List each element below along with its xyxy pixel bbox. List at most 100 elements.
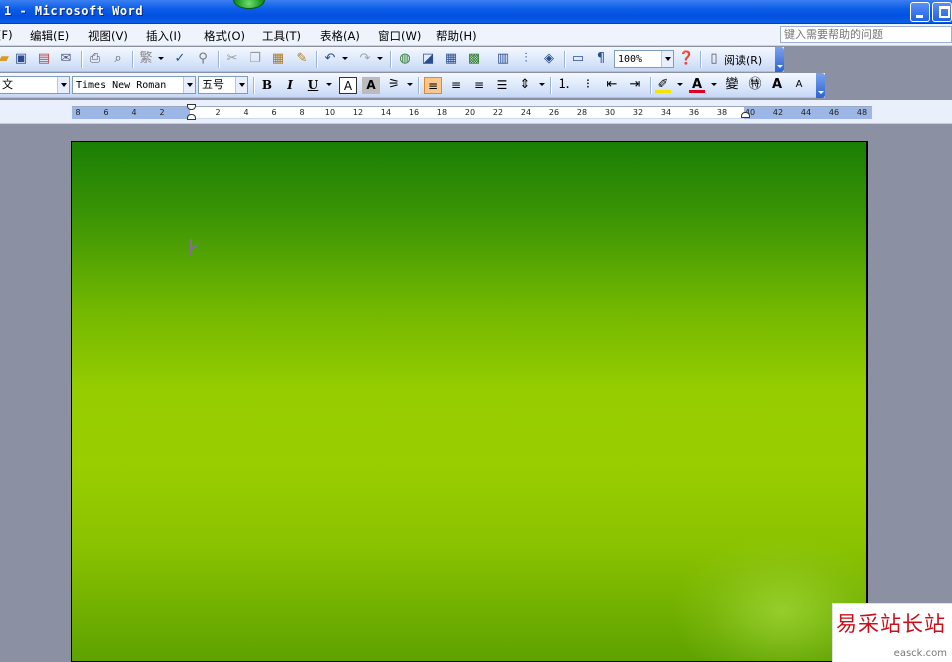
paste-icon[interactable]: ▦ xyxy=(270,51,286,67)
ruler-label: 36 xyxy=(688,108,700,117)
insert-excel-icon[interactable]: ▩ xyxy=(466,51,482,67)
convert-chinese-icon[interactable]: 繁 xyxy=(138,51,154,67)
align-center-icon[interactable]: ≡ xyxy=(447,77,465,94)
line-spacing-icon[interactable]: ⇕ xyxy=(517,77,533,93)
char-scaling-icon[interactable]: ⚞ xyxy=(386,77,402,93)
ruler-label: 8 xyxy=(75,108,81,117)
help-search-input[interactable] xyxy=(780,26,952,43)
spelling-icon[interactable]: ✓ xyxy=(172,51,188,67)
font-color-icon[interactable]: A xyxy=(689,77,705,93)
drawing-icon[interactable]: ⫶ xyxy=(518,51,534,67)
show-hide-icon[interactable]: ▭ xyxy=(570,51,586,67)
grow-font-icon[interactable]: A xyxy=(769,77,785,93)
toolbar-options-button[interactable] xyxy=(775,47,784,72)
distributed-align-icon[interactable]: ☰ xyxy=(493,77,511,94)
chevron-down-icon xyxy=(661,51,673,67)
align-right-icon[interactable]: ≡ xyxy=(470,77,488,94)
read-mode-button[interactable]: 阅读(R) xyxy=(724,52,762,68)
align-left-button[interactable]: ≡ xyxy=(424,77,442,94)
left-indent-marker[interactable] xyxy=(187,114,196,120)
ruler-label: 8 xyxy=(299,108,305,117)
title-bar: 1 - Microsoft Word xyxy=(0,0,952,24)
style-select[interactable]: 文 xyxy=(0,76,70,94)
ruler-label: 4 xyxy=(131,108,137,117)
ruler-label: 14 xyxy=(380,108,392,117)
ruler-label: 2 xyxy=(215,108,221,117)
ruler-label: 12 xyxy=(352,108,364,117)
cut-icon[interactable]: ✂ xyxy=(224,51,240,67)
help-icon[interactable]: ❓ xyxy=(678,51,694,67)
menu-help[interactable]: 帮助(H) xyxy=(436,28,477,44)
ruler-label: 16 xyxy=(408,108,420,117)
underline-button[interactable]: U xyxy=(304,77,322,94)
menu-table[interactable]: 表格(A) xyxy=(320,28,360,44)
document-page[interactable] xyxy=(71,141,868,662)
ruler-label: 24 xyxy=(520,108,532,117)
increase-indent-icon[interactable]: ⇥ xyxy=(627,77,643,93)
ruler-label: 34 xyxy=(660,108,672,117)
research-icon[interactable]: ⚲ xyxy=(195,51,211,67)
menu-file[interactable]: (F) xyxy=(0,28,13,42)
menu-view[interactable]: 视图(V) xyxy=(88,28,128,44)
ruler-label: 42 xyxy=(772,108,784,117)
shrink-font-icon[interactable]: A xyxy=(791,77,807,93)
redo-icon[interactable]: ↷ xyxy=(357,51,373,67)
ruler-bar: 8 6 4 2 2 4 6 8 10 12 14 16 18 20 22 24 26 28 30 32 34 36 38 40… xyxy=(0,100,952,124)
ruler-label: 6 xyxy=(271,108,277,117)
zoom-select[interactable]: 100% xyxy=(614,50,674,68)
bold-button[interactable]: B xyxy=(258,77,276,94)
undo-icon[interactable]: ↶ xyxy=(322,51,338,67)
decrease-indent-icon[interactable]: ⇤ xyxy=(604,77,620,93)
ruler-label: 26 xyxy=(548,108,560,117)
toolbar-options-button[interactable] xyxy=(816,73,825,98)
highlight-icon[interactable]: ✐ xyxy=(655,77,671,93)
ruler-label: 28 xyxy=(576,108,588,117)
standard-toolbar: ▰ ▣ ▤ ✉ ⎙ ⌕ 繁 ✓ ⚲ ✂ ❐ ▦ ✎ ↶ ↷ ◍ ◪ ▦ ▩ ▥ … xyxy=(0,47,784,72)
document-map-icon[interactable]: ◈ xyxy=(541,51,557,67)
hyperlink-icon[interactable]: ◍ xyxy=(397,51,413,67)
menu-format[interactable]: 格式(O) xyxy=(204,28,245,44)
menu-bar: (F) 编辑(E) 视图(V) 插入(I) 格式(O) 工具(T) 表格(A) … xyxy=(0,24,952,46)
ruler-label: 18 xyxy=(436,108,448,117)
menu-window[interactable]: 窗口(W) xyxy=(378,28,421,44)
menu-tools[interactable]: 工具(T) xyxy=(262,28,301,44)
copy-icon[interactable]: ❐ xyxy=(247,51,263,67)
enclosed-char-icon[interactable]: ㊕ xyxy=(747,77,763,93)
permission-icon[interactable]: ▤ xyxy=(36,51,52,67)
ruler-label: 44 xyxy=(800,108,812,117)
open-icon[interactable]: ▰ xyxy=(0,51,12,67)
insert-table-icon[interactable]: ▦ xyxy=(443,51,459,67)
numbering-icon[interactable]: ⒈ xyxy=(556,77,572,93)
ruler-label: 6 xyxy=(103,108,109,117)
minimize-button[interactable] xyxy=(910,2,930,22)
green-ball-icon xyxy=(233,0,265,9)
columns-icon[interactable]: ▥ xyxy=(495,51,511,67)
window-title: 1 - Microsoft Word xyxy=(4,4,144,18)
char-border-button[interactable]: A xyxy=(339,77,357,94)
formatting-toolbar: 文 Times New Roman 五号 B I U A A ⚞ ≡ ≡ ≡ ☰… xyxy=(0,73,825,98)
read-icon: ▯ xyxy=(710,51,718,66)
ruler-label: 20 xyxy=(464,108,476,117)
watermark-logo: 易采站长站 easck.com xyxy=(832,603,952,662)
phonetic-guide-icon[interactable]: 變 xyxy=(724,77,740,93)
print-icon[interactable]: ⎙ xyxy=(87,51,103,67)
format-painter-icon[interactable]: ✎ xyxy=(294,51,310,67)
print-preview-icon[interactable]: ⌕ xyxy=(110,51,126,67)
menu-edit[interactable]: 编辑(E) xyxy=(30,28,69,44)
watermark-text: 易采站长站 xyxy=(836,612,946,636)
right-indent-marker[interactable] xyxy=(741,112,750,118)
font-size-select[interactable]: 五号 xyxy=(198,76,248,94)
paragraph-marks-icon[interactable]: ¶ xyxy=(593,51,609,67)
email-icon[interactable]: ✉ xyxy=(58,51,74,67)
restore-button[interactable] xyxy=(932,2,952,22)
font-select[interactable]: Times New Roman xyxy=(72,76,196,94)
ruler-label: 30 xyxy=(604,108,616,117)
italic-button[interactable]: I xyxy=(281,77,299,94)
menu-insert[interactable]: 插入(I) xyxy=(146,28,181,44)
bullets-icon[interactable]: ⁝ xyxy=(580,77,596,93)
tables-borders-icon[interactable]: ◪ xyxy=(420,51,436,67)
char-shading-button[interactable]: A xyxy=(362,77,380,94)
save-icon[interactable]: ▣ xyxy=(13,51,29,67)
ruler-label: 32 xyxy=(632,108,644,117)
ruler-label: 4 xyxy=(243,108,249,117)
